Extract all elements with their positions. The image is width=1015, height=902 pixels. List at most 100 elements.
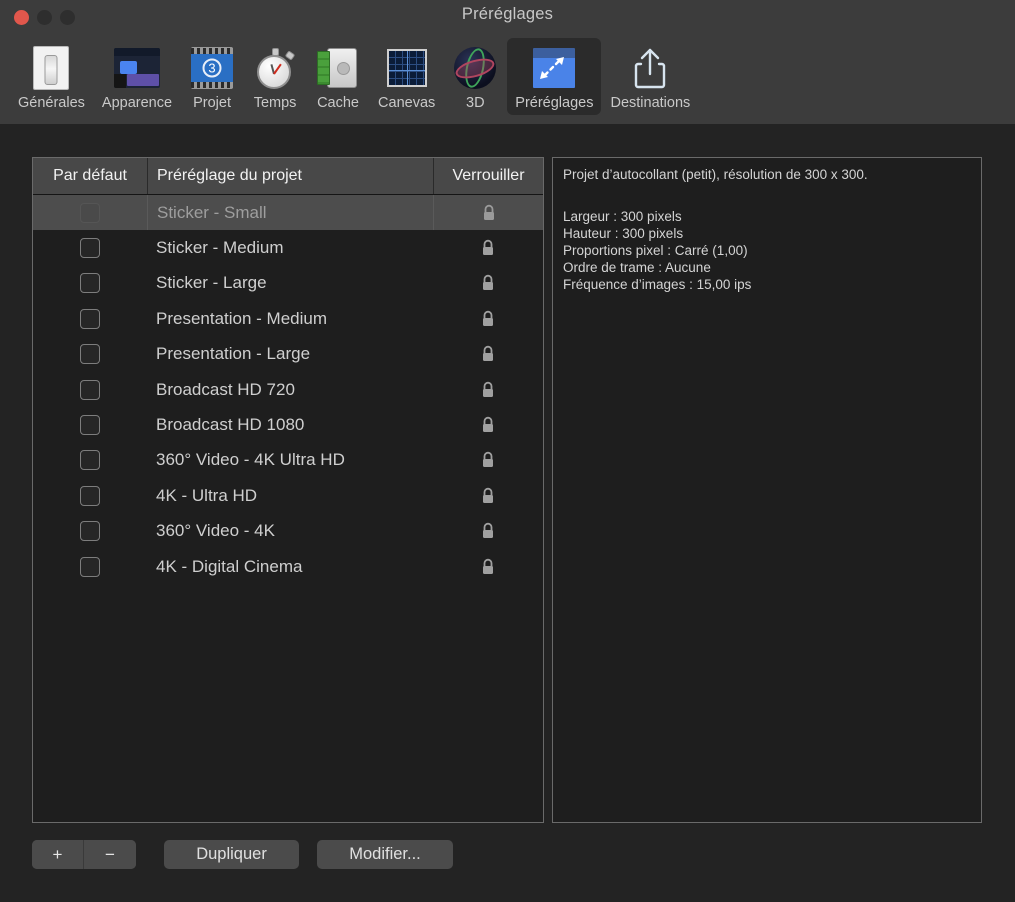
preset-name-cell[interactable]: 4K - Digital Cinema xyxy=(147,557,433,577)
lock-cell[interactable] xyxy=(433,195,543,230)
tab-label: Préréglages xyxy=(515,95,593,111)
tab-generales[interactable]: Générales xyxy=(10,38,93,115)
canvas-grid-icon xyxy=(384,45,430,91)
tab-label: Canevas xyxy=(378,95,435,111)
lock-cell[interactable] xyxy=(433,487,543,505)
default-checkbox-cell[interactable] xyxy=(33,238,147,258)
info-line: Fréquence d’images : 15,00 ips xyxy=(563,276,971,293)
default-checkbox[interactable] xyxy=(80,273,100,293)
preset-name-cell[interactable]: Sticker - Medium xyxy=(147,238,433,258)
default-checkbox-cell[interactable] xyxy=(33,557,147,577)
lock-icon xyxy=(480,381,496,399)
preset-name-cell[interactable]: Sticker - Large xyxy=(147,273,433,293)
lock-icon xyxy=(481,204,497,222)
lock-cell[interactable] xyxy=(433,522,543,540)
page-title: Préréglages xyxy=(0,5,1015,24)
table-row[interactable]: 4K - Ultra HD xyxy=(33,478,543,513)
preset-name-cell[interactable]: 360° Video - 4K Ultra HD xyxy=(147,450,433,470)
tab-prereglages[interactable]: Préréglages xyxy=(507,38,601,115)
info-line: Largeur : 300 pixels xyxy=(563,208,971,225)
duplicate-button[interactable]: Dupliquer xyxy=(164,840,299,869)
column-header-lock[interactable]: Verrouiller xyxy=(433,158,543,194)
lock-cell[interactable] xyxy=(433,239,543,257)
default-checkbox[interactable] xyxy=(80,309,100,329)
lock-icon xyxy=(480,345,496,363)
lock-cell[interactable] xyxy=(433,345,543,363)
info-line: Ordre de trame : Aucune xyxy=(563,259,971,276)
default-checkbox[interactable] xyxy=(80,557,100,577)
table-row[interactable]: 4K - Digital Cinema xyxy=(33,549,543,584)
tab-projet[interactable]: 3 Projet xyxy=(181,38,243,115)
appearance-icon xyxy=(114,45,160,91)
preset-info-panel: Projet d’autocollant (petit), résolution… xyxy=(552,157,982,823)
presets-table: Par défaut Préréglage du projet Verrouil… xyxy=(32,157,544,823)
default-checkbox-cell[interactable] xyxy=(33,380,147,400)
lock-icon xyxy=(480,522,496,540)
default-checkbox-cell[interactable] xyxy=(33,203,147,223)
default-checkbox-cell[interactable] xyxy=(33,273,147,293)
table-row[interactable]: Broadcast HD 1080 xyxy=(33,407,543,442)
lock-icon xyxy=(480,274,496,292)
table-row[interactable]: 360° Video - 4K Ultra HD xyxy=(33,443,543,478)
preset-name-cell[interactable]: Broadcast HD 720 xyxy=(147,380,433,400)
tab-label: Générales xyxy=(18,95,85,111)
table-row[interactable]: 360° Video - 4K xyxy=(33,514,543,549)
lock-icon xyxy=(480,451,496,469)
preferences-toolbar: Générales Apparence 3 Projet xyxy=(0,35,1015,124)
table-row[interactable]: Presentation - Large xyxy=(33,337,543,372)
table-row[interactable]: Presentation - Medium xyxy=(33,301,543,336)
add-preset-button[interactable]: + xyxy=(32,840,84,869)
info-line: Hauteur : 300 pixels xyxy=(563,225,971,242)
tab-destinations[interactable]: Destinations xyxy=(602,38,698,115)
preset-name-cell[interactable]: Broadcast HD 1080 xyxy=(147,415,433,435)
column-header-default[interactable]: Par défaut xyxy=(33,158,147,194)
lock-cell[interactable] xyxy=(433,558,543,576)
preset-name-cell[interactable]: Presentation - Medium xyxy=(147,309,433,329)
tab-canevas[interactable]: Canevas xyxy=(370,38,443,115)
default-checkbox-cell[interactable] xyxy=(33,415,147,435)
default-checkbox[interactable] xyxy=(80,450,100,470)
default-checkbox[interactable] xyxy=(80,415,100,435)
lock-cell[interactable] xyxy=(433,381,543,399)
default-checkbox-cell[interactable] xyxy=(33,450,147,470)
sphere-3d-icon xyxy=(452,45,498,91)
tab-apparence[interactable]: Apparence xyxy=(94,38,180,115)
add-remove-segmented-control: + − xyxy=(32,840,136,869)
lock-cell[interactable] xyxy=(433,451,543,469)
default-checkbox[interactable] xyxy=(80,238,100,258)
action-buttons: + − Dupliquer Modifier... xyxy=(32,840,453,869)
tab-temps[interactable]: Temps xyxy=(244,38,306,115)
default-checkbox[interactable] xyxy=(80,521,100,541)
preset-name-cell[interactable]: 360° Video - 4K xyxy=(147,521,433,541)
table-row[interactable]: Broadcast HD 720 xyxy=(33,372,543,407)
default-checkbox[interactable] xyxy=(80,380,100,400)
default-checkbox-cell[interactable] xyxy=(33,521,147,541)
lock-cell[interactable] xyxy=(433,310,543,328)
remove-preset-button[interactable]: − xyxy=(84,840,136,869)
tab-label: 3D xyxy=(466,95,485,111)
preset-name-cell[interactable]: 4K - Ultra HD xyxy=(147,486,433,506)
presets-arrow-icon xyxy=(531,45,577,91)
stopwatch-icon xyxy=(252,45,298,91)
table-row[interactable]: Sticker - Large xyxy=(33,266,543,301)
default-checkbox-cell[interactable] xyxy=(33,344,147,364)
title-bar: Préréglages xyxy=(0,0,1015,35)
lock-icon xyxy=(480,558,496,576)
tab-cache[interactable]: Cache xyxy=(307,38,369,115)
table-row[interactable]: Sticker - Medium xyxy=(33,230,543,265)
preset-name-cell[interactable]: Presentation - Large xyxy=(147,344,433,364)
default-checkbox[interactable] xyxy=(80,344,100,364)
default-checkbox[interactable] xyxy=(80,486,100,506)
default-checkbox[interactable] xyxy=(80,203,100,223)
preset-name-cell[interactable]: Sticker - Small xyxy=(147,195,433,230)
share-export-icon xyxy=(627,45,673,91)
column-header-preset-name[interactable]: Préréglage du projet xyxy=(147,158,433,194)
lock-cell[interactable] xyxy=(433,416,543,434)
table-row[interactable]: Sticker - Small xyxy=(33,195,543,230)
tab-3d[interactable]: 3D xyxy=(444,38,506,115)
modify-button[interactable]: Modifier... xyxy=(317,840,453,869)
default-checkbox-cell[interactable] xyxy=(33,486,147,506)
default-checkbox-cell[interactable] xyxy=(33,309,147,329)
lock-cell[interactable] xyxy=(433,274,543,292)
lock-icon xyxy=(480,487,496,505)
